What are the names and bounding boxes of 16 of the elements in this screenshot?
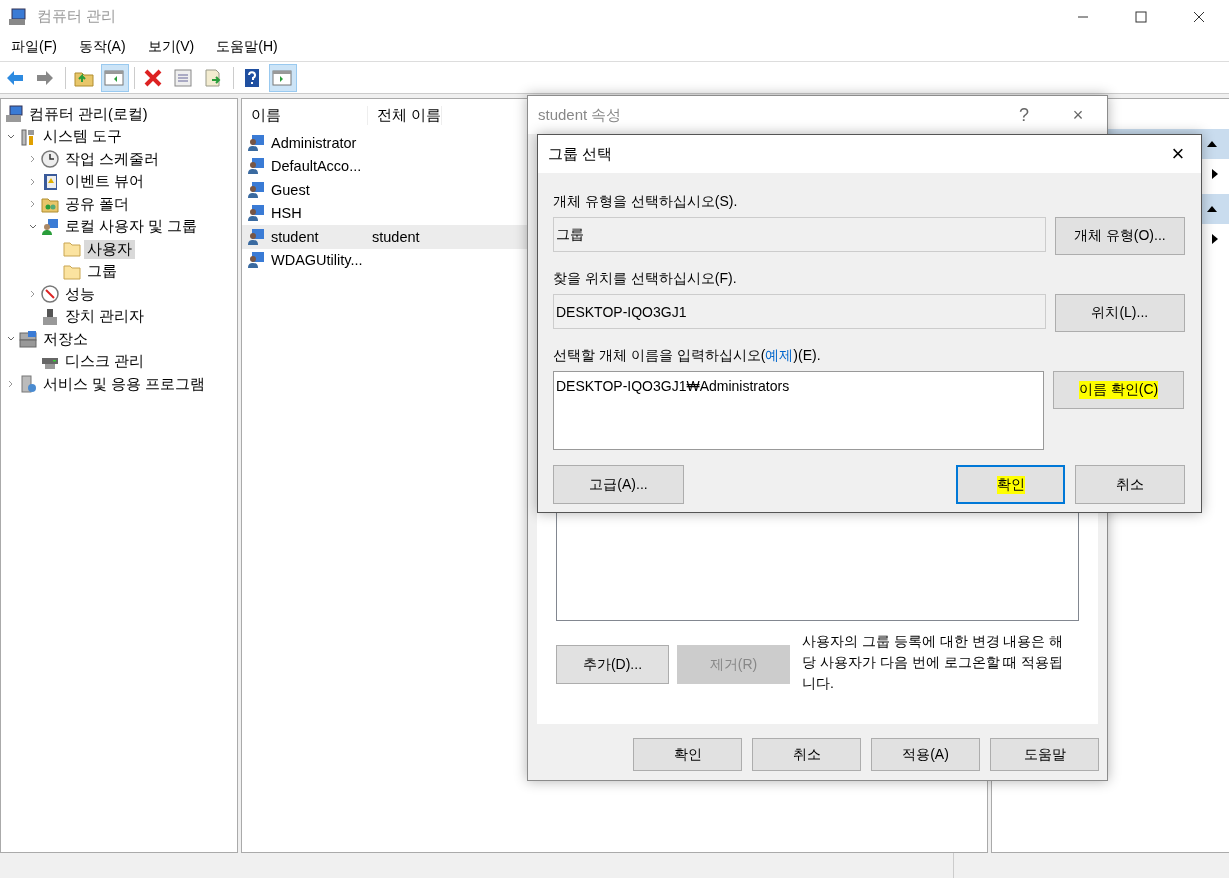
window-title: 컴퓨터 관리 [37, 7, 117, 26]
note-text: 사용자의 그룹 등록에 대한 변경 내용은 해당 사용자가 다음 번에 로그온할 때 적용됩니다. [802, 632, 1065, 693]
field-label: 선택할 개체 이름을 입력하십시오(예제)(E). [553, 347, 822, 365]
user-name: Administrator [271, 134, 357, 151]
user-name: student [271, 228, 319, 245]
user-name: WDAGUtility... [271, 252, 363, 269]
field-label: 개체 유형을 선택하십시오(S). [553, 193, 739, 211]
user-name: HSH [271, 205, 302, 222]
dialog-title: 그룹 선택 [548, 144, 613, 164]
location-field: DESKTOP-IQO3GJ1 [553, 294, 1046, 329]
full-name: student [372, 228, 420, 245]
user-name: DefaultAcco... [271, 158, 362, 175]
dialog-title: student 속성 [538, 105, 622, 125]
object-type-field: 그룹 [553, 217, 1046, 252]
user-name: Guest [271, 181, 310, 198]
field-label: 찾을 위치를 선택하십시오(F). [553, 270, 738, 288]
